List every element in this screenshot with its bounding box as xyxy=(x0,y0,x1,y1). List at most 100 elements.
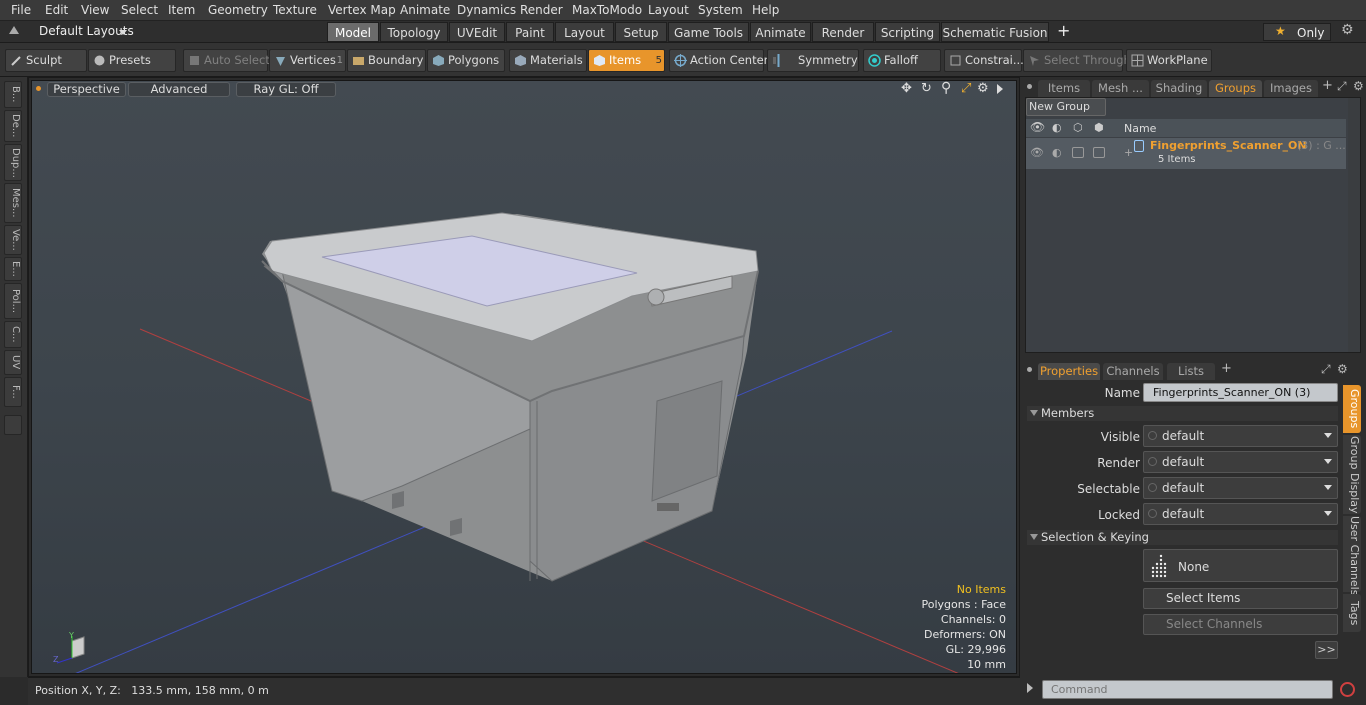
tab-channels[interactable]: Channels xyxy=(1103,363,1163,380)
new-group-button[interactable]: New Group xyxy=(1026,98,1106,116)
command-input[interactable] xyxy=(1042,680,1333,699)
menu-item[interactable]: Item xyxy=(168,3,195,17)
gear-icon[interactable]: ⚙ xyxy=(1341,22,1354,38)
zoom-view-icon[interactable]: ⚲ xyxy=(941,81,951,96)
ray-gl-button[interactable]: Ray GL: Off xyxy=(236,82,336,97)
layout-up-icon[interactable] xyxy=(9,26,19,34)
viewport-menu-arrow-icon[interactable] xyxy=(997,84,1003,94)
presets-button[interactable]: Presets xyxy=(88,49,176,72)
row-render-icon[interactable]: ◐ xyxy=(1052,146,1062,159)
menu-system[interactable]: System xyxy=(698,3,743,17)
items-button[interactable]: Items 5 xyxy=(588,49,665,72)
menu-dynamics[interactable]: Dynamics xyxy=(457,3,516,17)
left-tab-curve[interactable]: C... xyxy=(4,321,22,348)
constraints-button[interactable]: Constrai... xyxy=(944,49,1024,72)
polygons-button[interactable]: Polygons xyxy=(427,49,505,72)
left-tab-basic[interactable]: B... xyxy=(4,81,22,108)
row-eye-icon[interactable]: 👁 xyxy=(1030,146,1044,159)
side-tab-user-channels[interactable]: User Channels xyxy=(1343,516,1361,595)
row-select-box[interactable] xyxy=(1093,147,1105,158)
left-tab-deform[interactable]: De... xyxy=(4,110,22,142)
select-through-button[interactable]: Select Through xyxy=(1023,49,1131,72)
command-arrow-icon[interactable] xyxy=(1027,683,1033,693)
panel-gear-icon[interactable]: ⚙ xyxy=(1353,79,1364,93)
members-section[interactable]: Members xyxy=(1027,406,1338,421)
tab-animate[interactable]: Animate xyxy=(750,22,811,42)
add-tab-icon[interactable]: + xyxy=(1057,21,1070,40)
menu-animate[interactable]: Animate xyxy=(400,3,450,17)
symmetry-button[interactable]: Symmetry xyxy=(767,49,859,72)
only-toggle[interactable]: ★ Only xyxy=(1263,23,1331,41)
viewport-gear-icon[interactable]: ⚙ xyxy=(977,81,989,96)
tab-uvedit[interactable]: UVEdit xyxy=(449,22,505,42)
falloff-button[interactable]: Falloff xyxy=(863,49,941,72)
tab-render[interactable]: Render xyxy=(812,22,874,42)
tab-images[interactable]: Images xyxy=(1264,80,1318,97)
lock-mesh-icon[interactable]: ⬡ xyxy=(1073,121,1083,134)
visibility-eye-icon[interactable]: 👁 xyxy=(1030,120,1045,134)
menu-select[interactable]: Select xyxy=(121,3,158,17)
viewport-3d[interactable]: Y Z Perspective Advanced Ray GL: Off ✥ ↻… xyxy=(31,80,1017,674)
visible-dropdown[interactable]: default xyxy=(1143,425,1338,447)
move-view-icon[interactable]: ✥ xyxy=(901,81,912,96)
props-gear-icon[interactable]: ⚙ xyxy=(1337,362,1348,376)
menu-view[interactable]: View xyxy=(81,3,109,17)
menu-texture[interactable]: Texture xyxy=(273,3,317,17)
render-dropdown[interactable]: default xyxy=(1143,451,1338,473)
tab-scripting[interactable]: Scripting xyxy=(875,22,940,42)
name-column-header[interactable]: Name xyxy=(1124,122,1156,135)
perspective-button[interactable]: Perspective xyxy=(47,82,126,97)
tab-model[interactable]: Model xyxy=(327,22,379,42)
left-tab-extra[interactable] xyxy=(4,415,22,435)
left-tab-uv[interactable]: UV xyxy=(4,350,22,375)
vertices-button[interactable]: Vertices 1 xyxy=(269,49,346,72)
rotate-view-icon[interactable]: ↻ xyxy=(921,81,932,96)
sculpt-button[interactable]: Sculpt xyxy=(5,49,87,72)
locked-dropdown[interactable]: default xyxy=(1143,503,1338,525)
menu-file[interactable]: File xyxy=(11,3,31,17)
auto-select-button[interactable]: Auto Select xyxy=(183,49,270,72)
tab-layout[interactable]: Layout xyxy=(555,22,614,42)
selection-keying-section[interactable]: Selection & Keying xyxy=(1027,530,1338,545)
tab-mesh[interactable]: Mesh ... xyxy=(1092,80,1149,97)
add-tab-icon[interactable]: + xyxy=(1322,78,1333,93)
left-tab-edge[interactable]: E... xyxy=(4,257,22,281)
tab-schematic-fusion[interactable]: Schematic Fusion xyxy=(941,22,1049,42)
add-props-tab-icon[interactable]: + xyxy=(1221,361,1232,376)
left-tab-fusion[interactable]: F... xyxy=(4,377,22,407)
left-tab-duplicate[interactable]: Dup... xyxy=(4,144,22,181)
more-button[interactable]: >> xyxy=(1315,641,1338,659)
menu-vertex-map[interactable]: Vertex Map xyxy=(328,3,396,17)
tab-shading[interactable]: Shading xyxy=(1151,80,1207,97)
tab-game-tools[interactable]: Game Tools xyxy=(668,22,749,42)
select-channels-button[interactable]: Select Channels xyxy=(1143,614,1338,635)
tab-setup[interactable]: Setup xyxy=(615,22,667,42)
expand-icon[interactable]: ⤢ xyxy=(1337,79,1347,94)
maximize-view-icon[interactable]: ⤢ xyxy=(961,81,971,96)
panel-dot-icon[interactable] xyxy=(1027,84,1032,89)
chevron-down-icon[interactable] xyxy=(119,30,127,35)
render-icon[interactable]: ◐ xyxy=(1052,121,1062,134)
tab-items[interactable]: Items xyxy=(1038,80,1090,97)
left-tab-vertex[interactable]: Ve... xyxy=(4,225,22,255)
materials-button[interactable]: Materials xyxy=(509,49,587,72)
left-tab-polygon[interactable]: Pol... xyxy=(4,283,22,319)
tab-lists[interactable]: Lists xyxy=(1167,363,1215,380)
menu-help[interactable]: Help xyxy=(752,3,779,17)
row-lock-box[interactable] xyxy=(1072,147,1084,158)
groups-scrollbar[interactable] xyxy=(1348,98,1360,352)
tab-groups[interactable]: Groups xyxy=(1209,80,1262,97)
menu-geometry[interactable]: Geometry xyxy=(208,3,268,17)
viewport-dot-icon[interactable] xyxy=(36,86,41,91)
props-expand-icon[interactable]: ⤢ xyxy=(1321,362,1331,377)
side-tab-tags[interactable]: Tags xyxy=(1343,594,1361,632)
select-mesh-icon[interactable]: ⬢ xyxy=(1094,121,1104,134)
left-tab-mesh[interactable]: Mes... xyxy=(4,183,22,223)
select-items-button[interactable]: Select Items xyxy=(1143,588,1338,609)
expand-plus-icon[interactable]: + xyxy=(1124,146,1133,159)
advanced-button[interactable]: Advanced xyxy=(128,82,230,97)
menu-maxtomodo[interactable]: MaxToModo xyxy=(572,3,642,17)
tab-topology[interactable]: Topology xyxy=(380,22,448,42)
menu-edit[interactable]: Edit xyxy=(45,3,68,17)
menu-layout[interactable]: Layout xyxy=(648,3,689,17)
